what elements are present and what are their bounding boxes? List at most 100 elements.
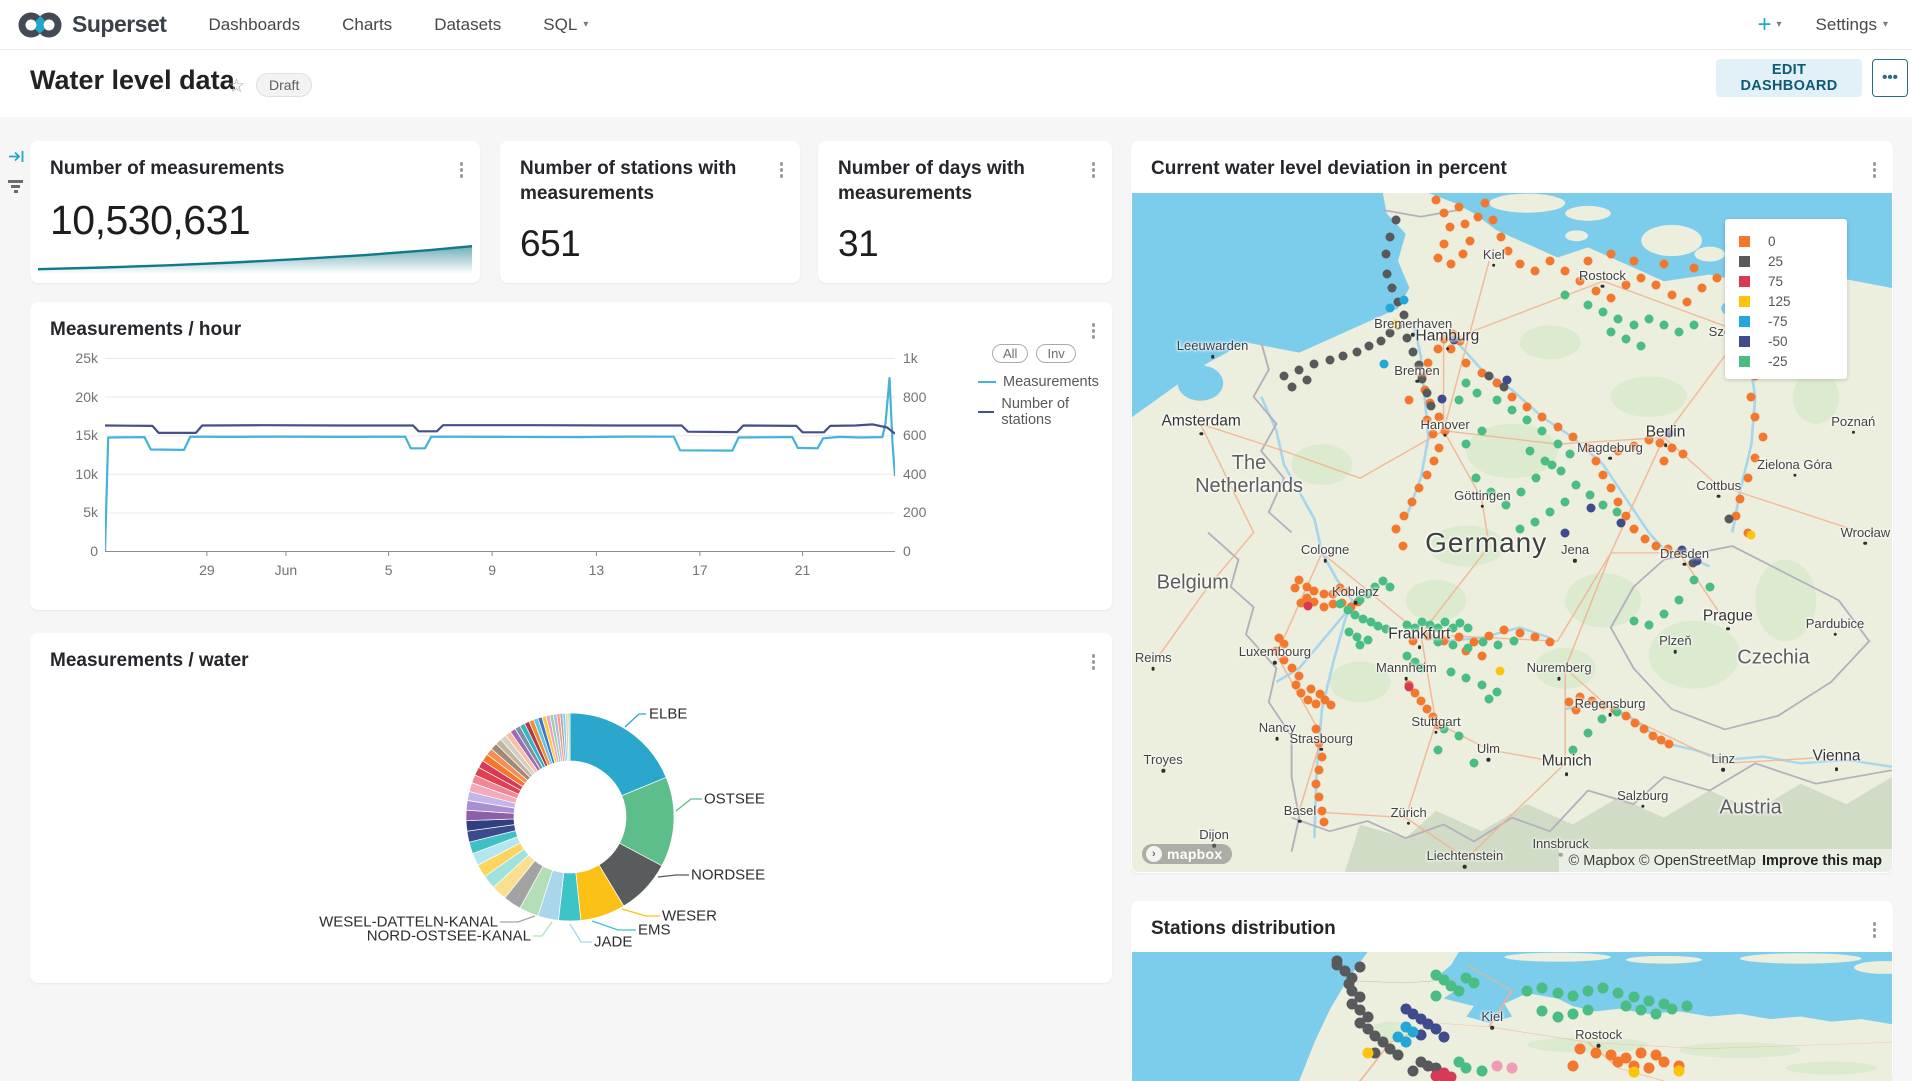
station-dot <box>1698 284 1707 293</box>
improve-map-link[interactable]: Improve this map <box>1762 853 1882 869</box>
station-dot <box>1644 314 1653 323</box>
station-dot <box>1538 413 1547 422</box>
favorite-star-icon[interactable]: ☆ <box>228 75 245 98</box>
filter-icon[interactable] <box>8 180 23 193</box>
x-tick: 5 <box>385 562 393 578</box>
dashboard-more-button[interactable]: ••• <box>1872 59 1908 97</box>
donut-chart[interactable] <box>30 633 1112 983</box>
deviation-map[interactable]: LeeuwardenAmsterdamThe NetherlandsBremer… <box>1132 193 1892 872</box>
nav-charts[interactable]: Charts <box>342 15 392 35</box>
station-dot <box>1458 250 1467 259</box>
map-label-hanover: Hanover <box>1421 416 1470 437</box>
kpi-value: 651 <box>520 223 580 265</box>
new-item-button[interactable]: + ▾ <box>1757 11 1781 39</box>
mapbox-logo[interactable]: › mapbox <box>1142 844 1232 864</box>
y-tick-right: 400 <box>903 466 926 482</box>
map-label-bremen: Bremen <box>1394 363 1440 384</box>
station-dot <box>1485 372 1494 381</box>
station-dot <box>1462 440 1471 449</box>
station-dot <box>1392 216 1401 225</box>
station-dot <box>1606 250 1615 259</box>
station-dot <box>1352 347 1361 356</box>
station-dot <box>1332 956 1343 967</box>
station-dot <box>1651 1008 1662 1019</box>
station-dot <box>1439 239 1448 248</box>
station-dot <box>1674 1065 1685 1076</box>
stations-map[interactable]: KielRostock <box>1132 952 1892 1081</box>
y-tick-right: 0 <box>903 543 911 559</box>
y-tick-right: 800 <box>903 389 926 405</box>
legend-row[interactable]: 125 <box>1739 291 1835 311</box>
legend-inv-button[interactable]: Inv <box>1036 344 1075 363</box>
station-dot <box>1660 457 1669 466</box>
station-dot <box>1477 426 1486 435</box>
legend-item-stations[interactable]: Number of stations <box>978 396 1112 428</box>
station-dot <box>1466 236 1475 245</box>
station-dot <box>1631 718 1640 727</box>
station-dot <box>1508 406 1517 415</box>
legend-row[interactable]: -25 <box>1739 351 1835 371</box>
map-label-belgium: Belgium <box>1157 572 1229 595</box>
legend-row[interactable]: -50 <box>1739 331 1835 351</box>
legend-swatch <box>1739 276 1750 287</box>
legend-row[interactable]: 25 <box>1739 251 1835 271</box>
y-tick-left: 10k <box>48 466 98 482</box>
map-label-kiel: Kiel <box>1481 1009 1503 1030</box>
station-dot <box>1637 273 1646 282</box>
station-dot <box>1746 531 1755 540</box>
station-dot <box>1584 256 1593 265</box>
station-dot <box>1447 667 1456 676</box>
nav-datasets[interactable]: Datasets <box>434 15 501 35</box>
station-dot <box>1584 728 1593 737</box>
map-label-g-ttingen: Göttingen <box>1454 488 1510 509</box>
legend-item-measurements[interactable]: Measurements <box>978 374 1099 390</box>
map-label-prague: Prague <box>1703 607 1753 631</box>
nav-dashboards[interactable]: Dashboards <box>208 15 300 35</box>
legend-row[interactable]: 75 <box>1739 271 1835 291</box>
station-dot <box>1585 491 1594 500</box>
chart-options-icon[interactable] <box>777 159 787 181</box>
y-tick-left: 20k <box>48 389 98 405</box>
station-dot <box>1523 416 1532 425</box>
station-dot <box>1515 628 1524 637</box>
chart-options-icon[interactable] <box>457 159 467 181</box>
chart-options-icon[interactable] <box>1870 159 1880 181</box>
settings-menu[interactable]: Settings ▾ <box>1816 15 1888 35</box>
station-dot <box>1743 474 1752 483</box>
station-dot <box>1537 983 1548 994</box>
station-dot <box>1556 467 1565 476</box>
kpi-card-stations: Number of stations with measurements 651 <box>500 141 800 283</box>
superset-logo[interactable]: Superset <box>18 8 166 42</box>
station-dot <box>1530 633 1539 642</box>
station-dot <box>1640 725 1649 734</box>
legend-label: -25 <box>1768 354 1788 369</box>
map-label-jena: Jena <box>1561 542 1589 563</box>
station-dot <box>1427 402 1436 411</box>
water-chart-card: Measurements / water ELBEOSTSEENORDSEEWE… <box>30 633 1112 983</box>
expand-filter-panel-icon[interactable] <box>8 148 25 170</box>
kpi-title: Number of stations with measurements <box>520 157 750 206</box>
edit-dashboard-button[interactable]: EDIT DASHBOARD <box>1716 59 1862 97</box>
nav-sql[interactable]: SQL ▾ <box>543 15 588 35</box>
map-label-koblenz: Koblenz <box>1332 584 1379 605</box>
station-dot <box>1314 766 1323 775</box>
legend-row[interactable]: 0 <box>1739 231 1835 251</box>
station-dot <box>1747 392 1756 401</box>
station-dot <box>1523 402 1532 411</box>
chart-options-icon[interactable] <box>1870 919 1880 941</box>
map-label-frankfurt: Frankfurt <box>1388 625 1450 649</box>
station-dot <box>1433 745 1442 754</box>
legend-all-button[interactable]: All <box>992 344 1028 363</box>
chart-options-icon[interactable] <box>1089 159 1099 181</box>
station-dot <box>1612 508 1621 517</box>
chart-options-icon[interactable] <box>1089 320 1099 342</box>
station-dot <box>1599 470 1608 479</box>
line-chart-plot[interactable] <box>105 358 895 558</box>
station-dot <box>1477 652 1486 661</box>
chevron-down-icon: ▾ <box>583 19 588 30</box>
legend-row[interactable]: -75 <box>1739 311 1835 331</box>
map-label-wroc-aw: Wrocław <box>1841 524 1891 545</box>
station-dot <box>1489 216 1498 225</box>
x-tick: 17 <box>692 562 708 578</box>
y-tick-right: 1k <box>903 350 918 366</box>
